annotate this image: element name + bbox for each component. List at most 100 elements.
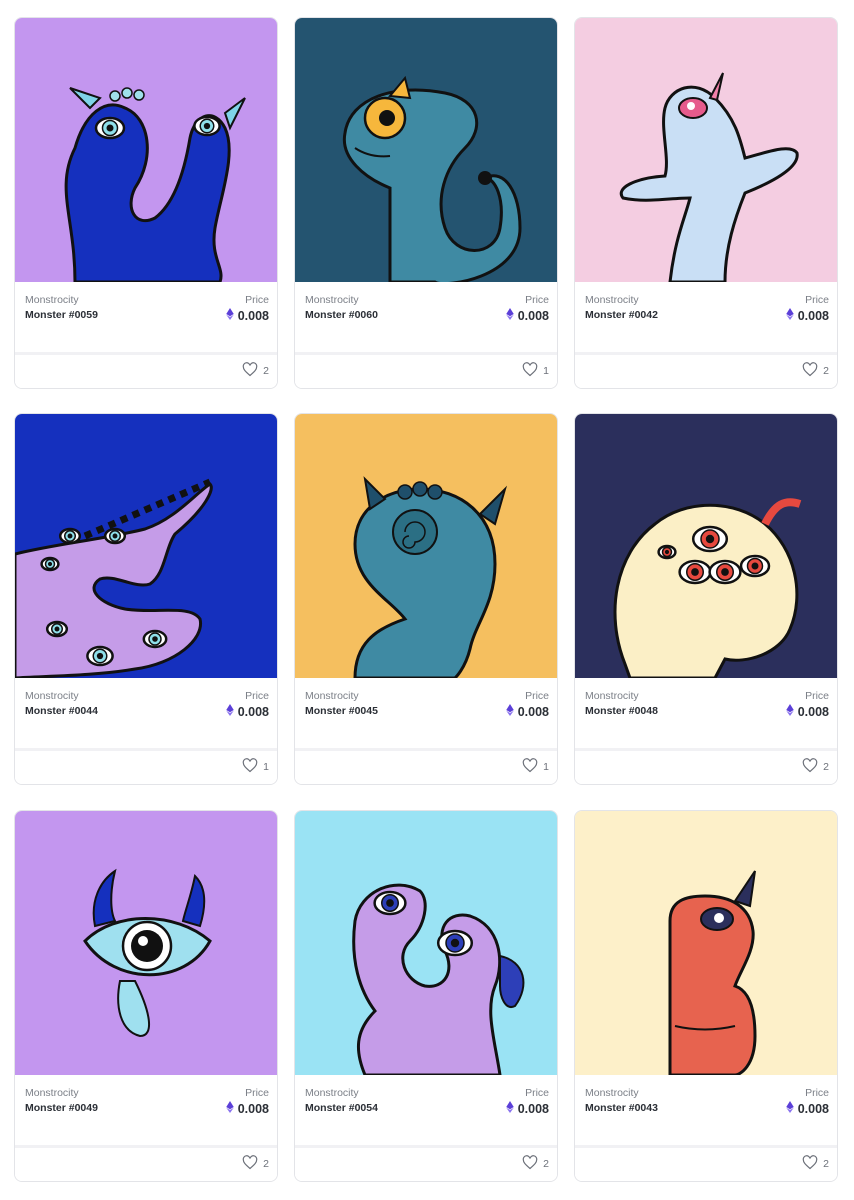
item-name[interactable]: Monster #0043 xyxy=(585,1102,658,1114)
nft-card[interactable]: Monstrocity Monster #0045 Price 0.008 1 xyxy=(294,413,558,785)
nft-artwork-image[interactable] xyxy=(575,18,837,282)
price-amount: 0.008 xyxy=(797,1101,829,1116)
item-name[interactable]: Monster #0048 xyxy=(585,705,658,717)
ethereum-icon xyxy=(785,704,794,719)
like-button[interactable]: 2 xyxy=(242,362,269,380)
item-name[interactable]: Monster #0045 xyxy=(305,705,378,717)
nft-artwork-image[interactable] xyxy=(295,414,557,678)
collection-name[interactable]: Monstrocity xyxy=(25,294,79,306)
ethereum-icon xyxy=(225,308,234,323)
nft-card-grid: Monstrocity Monster #0059 Price 0.008 2 xyxy=(0,0,854,1200)
card-info: Monstrocity Monster #0049 Price 0.008 xyxy=(15,1075,277,1147)
card-info: Monstrocity Monster #0044 Price 0.008 xyxy=(15,678,277,750)
spiral-eye-monster-illustration xyxy=(295,414,557,678)
price-amount: 0.008 xyxy=(237,1101,269,1116)
card-footer: 2 xyxy=(575,1145,837,1181)
heart-icon[interactable] xyxy=(242,758,258,776)
nft-card[interactable]: Monstrocity Monster #0054 Price 0.008 2 xyxy=(294,810,558,1182)
item-name[interactable]: Monster #0049 xyxy=(25,1102,98,1114)
item-name[interactable]: Monster #0044 xyxy=(25,705,98,717)
nft-card[interactable]: Monstrocity Monster #0048 Price 0.008 2 xyxy=(574,413,838,785)
price-label: Price xyxy=(525,294,549,306)
nft-artwork-image[interactable] xyxy=(15,414,277,678)
like-button[interactable]: 1 xyxy=(522,758,549,776)
two-head-purple-monster-illustration xyxy=(295,811,557,1075)
heart-icon[interactable] xyxy=(242,1155,258,1173)
like-button[interactable]: 2 xyxy=(522,1155,549,1173)
heart-icon[interactable] xyxy=(802,1155,818,1173)
nft-artwork-image[interactable] xyxy=(295,18,557,282)
collection-name[interactable]: Monstrocity xyxy=(585,690,639,702)
like-count: 2 xyxy=(823,1158,829,1170)
like-button[interactable]: 2 xyxy=(802,362,829,380)
like-button[interactable]: 1 xyxy=(242,758,269,776)
collection-name[interactable]: Monstrocity xyxy=(305,690,359,702)
card-footer: 2 xyxy=(575,748,837,784)
price-label: Price xyxy=(805,294,829,306)
price-value: 0.008 xyxy=(505,704,549,719)
heart-icon[interactable] xyxy=(802,362,818,380)
like-button[interactable]: 2 xyxy=(802,1155,829,1173)
nft-artwork-image[interactable] xyxy=(15,811,277,1075)
card-footer: 2 xyxy=(15,1145,277,1181)
item-name[interactable]: Monster #0059 xyxy=(25,309,98,321)
like-button[interactable]: 2 xyxy=(802,758,829,776)
price-value: 0.008 xyxy=(785,1101,829,1116)
collection-name[interactable]: Monstrocity xyxy=(585,294,639,306)
price-label: Price xyxy=(805,690,829,702)
like-button[interactable]: 2 xyxy=(242,1155,269,1173)
item-name[interactable]: Monster #0060 xyxy=(305,309,378,321)
ethereum-icon xyxy=(505,308,514,323)
collection-name[interactable]: Monstrocity xyxy=(305,1087,359,1099)
heart-icon[interactable] xyxy=(242,362,258,380)
yellow-eye-monster-illustration xyxy=(295,18,557,282)
card-info: Monstrocity Monster #0060 Price 0.008 xyxy=(295,282,557,354)
nft-artwork-image[interactable] xyxy=(575,414,837,678)
price-value: 0.008 xyxy=(225,308,269,323)
nft-artwork-image[interactable] xyxy=(15,18,277,282)
card-info: Monstrocity Monster #0042 Price 0.008 xyxy=(575,282,837,354)
price-label: Price xyxy=(525,690,549,702)
heart-icon[interactable] xyxy=(522,1155,538,1173)
collection-name[interactable]: Monstrocity xyxy=(585,1087,639,1099)
nft-artwork-image[interactable] xyxy=(295,811,557,1075)
price-amount: 0.008 xyxy=(237,308,269,323)
like-count: 2 xyxy=(823,761,829,773)
price-amount: 0.008 xyxy=(797,704,829,719)
like-button[interactable]: 1 xyxy=(522,362,549,380)
heart-icon[interactable] xyxy=(802,758,818,776)
nft-card[interactable]: Monstrocity Monster #0059 Price 0.008 2 xyxy=(14,17,278,389)
like-count: 2 xyxy=(263,365,269,377)
price-amount: 0.008 xyxy=(237,704,269,719)
card-footer: 1 xyxy=(295,352,557,388)
ethereum-icon xyxy=(225,1101,234,1116)
like-count: 1 xyxy=(543,365,549,377)
like-count: 2 xyxy=(263,1158,269,1170)
price-amount: 0.008 xyxy=(797,308,829,323)
ethereum-icon xyxy=(785,1101,794,1116)
nft-card[interactable]: Monstrocity Monster #0042 Price 0.008 2 xyxy=(574,17,838,389)
ethereum-icon xyxy=(505,704,514,719)
nft-artwork-image[interactable] xyxy=(575,811,837,1075)
price-amount: 0.008 xyxy=(517,308,549,323)
nft-card[interactable]: Monstrocity Monster #0049 Price 0.008 2 xyxy=(14,810,278,1182)
heart-icon[interactable] xyxy=(522,758,538,776)
nft-card[interactable]: Monstrocity Monster #0044 Price 0.008 1 xyxy=(14,413,278,785)
price-label: Price xyxy=(805,1087,829,1099)
unicorn-monster-illustration xyxy=(575,18,837,282)
price-value: 0.008 xyxy=(505,308,549,323)
price-value: 0.008 xyxy=(505,1101,549,1116)
like-count: 2 xyxy=(823,365,829,377)
nft-card[interactable]: Monstrocity Monster #0043 Price 0.008 2 xyxy=(574,810,838,1182)
price-label: Price xyxy=(245,1087,269,1099)
card-footer: 1 xyxy=(15,748,277,784)
price-amount: 0.008 xyxy=(517,1101,549,1116)
item-name[interactable]: Monster #0042 xyxy=(585,309,658,321)
card-footer: 2 xyxy=(295,1145,557,1181)
heart-icon[interactable] xyxy=(522,362,538,380)
nft-card[interactable]: Monstrocity Monster #0060 Price 0.008 1 xyxy=(294,17,558,389)
collection-name[interactable]: Monstrocity xyxy=(305,294,359,306)
collection-name[interactable]: Monstrocity xyxy=(25,690,79,702)
collection-name[interactable]: Monstrocity xyxy=(25,1087,79,1099)
item-name[interactable]: Monster #0054 xyxy=(305,1102,378,1114)
